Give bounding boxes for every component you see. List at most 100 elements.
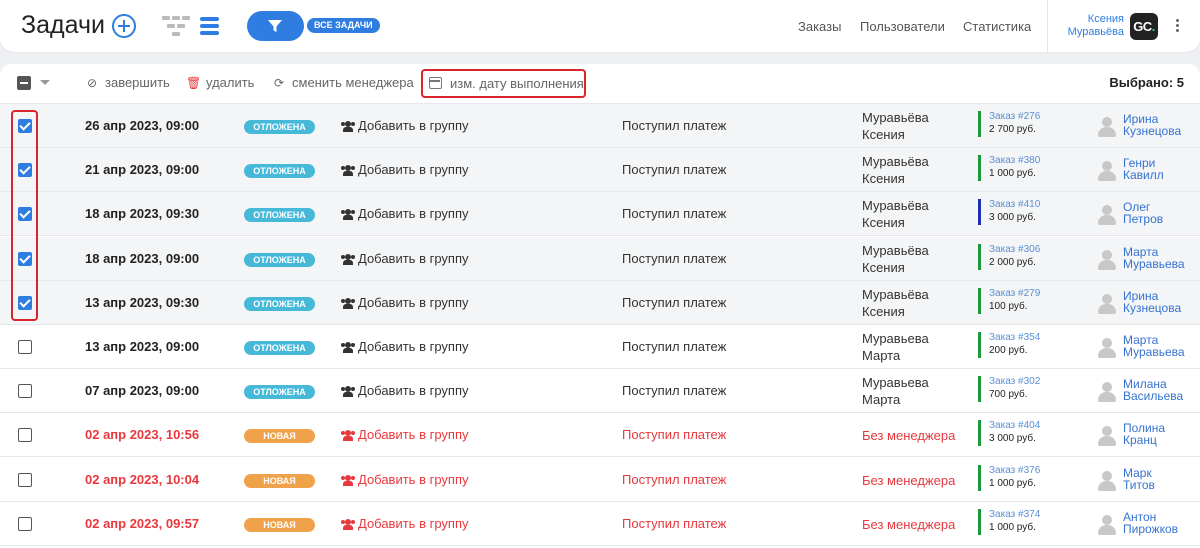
client-link[interactable]: Олег Петров: [1123, 201, 1163, 225]
order-link[interactable]: Заказ #380: [989, 155, 1040, 167]
users-icon: [341, 253, 355, 265]
client-name-part: Антон: [1123, 509, 1157, 524]
client-link[interactable]: Марта Муравьева: [1123, 334, 1185, 358]
manager-name-part: Муравьёва: [862, 242, 929, 258]
task-event: Поступил платеж: [622, 162, 727, 178]
nav-statistics[interactable]: Статистика: [963, 19, 1031, 34]
client-name-part: Ирина: [1123, 288, 1159, 303]
change-manager-button[interactable]: ⟳ сменить менеджера: [272, 75, 414, 90]
add-to-group-link[interactable]: Добавить в группу: [341, 339, 469, 354]
order-sum: 200 руб.: [989, 345, 1028, 356]
filter-icon: [268, 20, 282, 32]
client-link[interactable]: Полина Кранц: [1123, 422, 1165, 446]
client-link[interactable]: Антон Пирожков: [1123, 511, 1178, 535]
order-link[interactable]: Заказ #276: [989, 111, 1040, 123]
table-row[interactable]: 02 апр 2023, 10:04 НОВАЯ Добавить в груп…: [0, 458, 1200, 502]
row-checkbox[interactable]: [18, 516, 32, 531]
bulk-actions-toolbar: ⊘ завершить 🗑 удалить ⟳ сменить менеджера и…: [0, 64, 1200, 104]
users-icon: [341, 297, 355, 309]
task-manager: Муравьёва Ксения: [862, 197, 962, 231]
current-user-name[interactable]: Ксения Муравьёва: [1056, 13, 1124, 39]
add-task-icon[interactable]: [112, 14, 136, 38]
row-checkbox[interactable]: [18, 428, 32, 443]
status-badge: НОВАЯ: [244, 473, 315, 488]
client-link[interactable]: Марк Титов: [1123, 467, 1155, 491]
client-link[interactable]: Милана Васильева: [1123, 378, 1183, 402]
task-event: Поступил платеж: [622, 339, 727, 354]
task-date: 07 апр 2023, 09:00: [85, 383, 200, 399]
add-to-group-link[interactable]: Добавить в группу: [341, 427, 469, 442]
select-all-checkbox[interactable]: [17, 76, 31, 90]
task-event: Поступил платеж: [622, 427, 727, 443]
users-icon: [341, 342, 355, 353]
status-badge: ОТЛОЖЕНА: [244, 120, 315, 134]
order-link[interactable]: Заказ #354: [989, 332, 1040, 344]
row-checkbox[interactable]: [18, 340, 32, 354]
table-row[interactable]: 18 апр 2023, 09:30 ОТЛОЖЕНА Добавить в г…: [0, 192, 1200, 237]
add-to-group-link[interactable]: Добавить в группу: [341, 516, 469, 531]
table-row[interactable]: 02 апр 2023, 10:56 НОВАЯ Добавить в груп…: [0, 413, 1200, 458]
table-row[interactable]: 26 апр 2023, 09:00 ОТЛОЖЕНА Добавить в г…: [0, 104, 1200, 148]
delete-button[interactable]: 🗑 удалить: [186, 75, 254, 90]
order-link[interactable]: Заказ #410: [989, 199, 1040, 211]
user-avatar[interactable]: GC.: [1130, 13, 1158, 40]
add-to-group-link[interactable]: Добавить в группу: [341, 118, 469, 133]
client-name-part: Петров: [1123, 212, 1164, 227]
complete-button[interactable]: ⊘ завершить: [85, 75, 170, 90]
filter-badge[interactable]: ВСЕ ЗАДАЧИ: [307, 18, 380, 33]
order-link[interactable]: Заказ #279: [989, 288, 1040, 300]
add-to-group-link[interactable]: Добавить в группу: [341, 472, 469, 487]
order-link[interactable]: Заказ #404: [989, 420, 1040, 432]
selected-count: Выбрано: 5: [1109, 75, 1184, 90]
client-link[interactable]: Генри Кавилл: [1123, 157, 1164, 181]
client-avatar-icon: [1096, 425, 1118, 447]
nav-users[interactable]: Пользователи: [860, 19, 945, 34]
row-checkbox[interactable]: [18, 472, 32, 487]
more-menu-icon[interactable]: [1176, 19, 1180, 33]
users-icon: [341, 430, 355, 442]
order-info: Заказ #374 1 000 руб.: [978, 508, 1040, 535]
add-to-group-link[interactable]: Добавить в группу: [341, 383, 469, 398]
status-badge: ОТЛОЖЕНА: [244, 208, 315, 223]
table-row[interactable]: 07 апр 2023, 09:00 ОТЛОЖЕНА Добавить в г…: [0, 369, 1200, 414]
table-row[interactable]: 02 апр 2023, 09:57 НОВАЯ Добавить в груп…: [0, 502, 1200, 546]
status-badge: ОТЛОЖЕНА: [244, 252, 315, 267]
order-sum: 3 000 руб.: [989, 433, 1036, 445]
table-row[interactable]: 13 апр 2023, 09:30 ОТЛОЖЕНА Добавить в г…: [0, 280, 1200, 325]
client-link[interactable]: Ирина Кузнецова: [1123, 290, 1181, 314]
table-row[interactable]: 21 апр 2023, 09:00 ОТЛОЖЕНА Добавить в г…: [0, 148, 1200, 193]
client-link[interactable]: Марта Муравьева: [1123, 246, 1185, 270]
client-link[interactable]: Ирина Кузнецова: [1123, 113, 1181, 137]
row-checkbox[interactable]: [18, 384, 32, 399]
add-to-group-link[interactable]: Добавить в группу: [341, 295, 469, 310]
manager-name-part: Муравьёва: [862, 286, 929, 302]
check-circle-icon: ⊘: [86, 76, 98, 90]
order-link[interactable]: Заказ #374: [989, 509, 1040, 521]
users-icon: [341, 165, 355, 177]
order-info: Заказ #404 3 000 руб.: [978, 420, 1040, 447]
order-info: Заказ #302 700 руб.: [978, 376, 1040, 403]
change-due-date-button[interactable]: изм. дату выполнения: [421, 69, 586, 98]
task-date: 02 апр 2023, 09:57: [85, 515, 200, 531]
list-view-icon[interactable]: [200, 17, 219, 35]
manager-name-part: Марта: [862, 348, 901, 363]
filter-button[interactable]: [247, 11, 304, 41]
task-manager: Муравьева Марта: [862, 330, 962, 364]
order-sum: 1 000 руб.: [989, 168, 1036, 180]
grid-view-icon[interactable]: [162, 16, 190, 36]
task-date: 26 апр 2023, 09:00: [85, 118, 200, 133]
nav-orders[interactable]: Заказы: [798, 19, 841, 34]
add-to-group-link[interactable]: Добавить в группу: [341, 206, 469, 221]
status-badge: НОВАЯ: [244, 429, 315, 444]
order-link[interactable]: Заказ #302: [989, 376, 1040, 388]
add-to-group-link[interactable]: Добавить в группу: [341, 251, 469, 266]
add-to-group-link[interactable]: Добавить в группу: [341, 162, 469, 177]
table-row[interactable]: 13 апр 2023, 09:00 ОТЛОЖЕНА Добавить в г…: [0, 325, 1200, 369]
table-row[interactable]: 18 апр 2023, 09:00 ОТЛОЖЕНА Добавить в г…: [0, 236, 1200, 281]
order-link[interactable]: Заказ #376: [989, 465, 1040, 477]
users-icon: [341, 209, 355, 221]
select-dropdown-icon[interactable]: [40, 80, 50, 85]
selection-highlight: [11, 110, 38, 321]
client-avatar-icon: [1096, 204, 1118, 226]
order-link[interactable]: Заказ #306: [989, 244, 1040, 256]
